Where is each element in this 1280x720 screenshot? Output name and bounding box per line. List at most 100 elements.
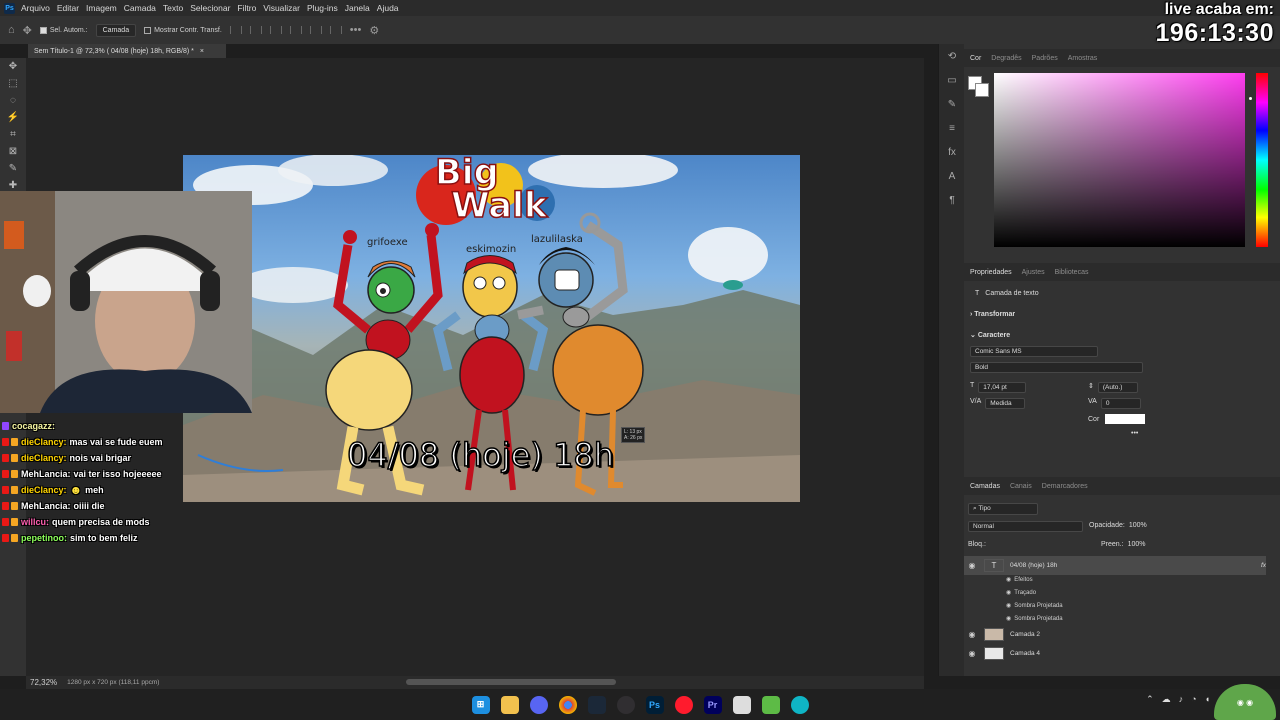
eye-icon[interactable]: ◉: [1006, 576, 1011, 583]
transform-section[interactable]: › Transformar: [970, 311, 1015, 318]
move-tool-icon[interactable]: ✥: [23, 24, 32, 37]
align-middle-icon[interactable]: [309, 26, 322, 34]
capcut-icon[interactable]: [732, 695, 751, 714]
layer-filter-select[interactable]: ⌕ Tipo: [968, 503, 1038, 515]
menu-imagem[interactable]: Imagem: [86, 3, 117, 13]
chrome-icon[interactable]: [558, 695, 577, 714]
hue-slider[interactable]: [1256, 73, 1268, 247]
close-tab-icon[interactable]: ×: [200, 48, 204, 55]
tab-degrades[interactable]: Degradês: [991, 55, 1021, 62]
menu-filtro[interactable]: Filtro: [237, 3, 256, 13]
layer-row[interactable]: ◉ Camada 4: [964, 644, 1266, 663]
tab-padroes[interactable]: Padrões: [1032, 55, 1058, 62]
eye-icon[interactable]: ◉: [1006, 602, 1011, 609]
zoom-level[interactable]: 72,32%: [30, 678, 57, 687]
eye-icon[interactable]: ◉: [1006, 615, 1011, 622]
opacity-field[interactable]: 100%: [1129, 522, 1147, 529]
obs-icon[interactable]: [616, 695, 635, 714]
history-icon[interactable]: ⟲: [939, 44, 965, 68]
horizontal-scrollbar[interactable]: [406, 679, 616, 685]
font-size-field[interactable]: 17,04 pt: [978, 382, 1027, 393]
gear-icon[interactable]: ⚙: [369, 24, 379, 37]
marquee-tool-icon[interactable]: ⬚: [0, 75, 26, 92]
align-right-icon[interactable]: [269, 26, 282, 34]
cloud-icon[interactable]: ☁: [1162, 694, 1171, 705]
visibility-eye-icon[interactable]: ◉: [964, 649, 980, 658]
menu-texto[interactable]: Texto: [163, 3, 183, 13]
text-color-swatch[interactable]: [1105, 414, 1146, 424]
premiere-icon[interactable]: Pr: [703, 695, 722, 714]
opera-icon[interactable]: [674, 695, 693, 714]
styles-icon[interactable]: fx: [939, 140, 965, 164]
character-icon[interactable]: A: [939, 164, 965, 188]
chevron-up-icon[interactable]: ⌃: [1146, 694, 1154, 705]
magic-wand-icon[interactable]: ⚡: [0, 109, 26, 126]
align-top-icon[interactable]: [289, 26, 302, 34]
more-options-icon[interactable]: •••: [350, 24, 362, 36]
tab-cor[interactable]: Cor: [970, 55, 981, 62]
color-picker-field[interactable]: [994, 73, 1245, 247]
tab-canais[interactable]: Canais: [1010, 483, 1032, 490]
layer-effects-icon[interactable]: fx: [1261, 562, 1266, 569]
layer-row[interactable]: ◉ Camada 2: [964, 625, 1266, 644]
frame-tool-icon[interactable]: ⊠: [0, 143, 26, 160]
foreground-background-swatch[interactable]: [968, 76, 990, 98]
menu-ajuda[interactable]: Ajuda: [377, 3, 399, 13]
document-tab[interactable]: Sem Título-1 @ 72,3% ( 04/08 (hoje) 18h,…: [28, 44, 226, 58]
date-title-text[interactable]: 04/08 (hoje) 18h: [346, 435, 614, 475]
photoshop-icon[interactable]: Ps: [645, 695, 664, 714]
visibility-eye-icon[interactable]: ◉: [964, 561, 980, 570]
color-picker-cursor[interactable]: [1248, 96, 1253, 101]
minecraft-icon[interactable]: [761, 695, 780, 714]
windows-start-icon[interactable]: ⊞: [471, 695, 490, 714]
fill-field[interactable]: 100%: [1128, 541, 1146, 548]
eyedropper-icon[interactable]: ✎: [0, 160, 26, 177]
crop-tool-icon[interactable]: ⌗: [0, 126, 26, 143]
tab-camadas[interactable]: Camadas: [970, 483, 1000, 490]
tracking-field[interactable]: 0: [1100, 398, 1141, 409]
tab-demarcadores[interactable]: Demarcadores: [1042, 483, 1088, 490]
menu-janela[interactable]: Janela: [345, 3, 370, 13]
visibility-eye-icon[interactable]: ◉: [964, 630, 980, 639]
wifi-icon[interactable]: ◔: [1191, 694, 1196, 705]
kerning-field[interactable]: Medida: [985, 398, 1026, 409]
menu-editar[interactable]: Editar: [57, 3, 79, 13]
leading-field[interactable]: (Auto.): [1097, 382, 1138, 393]
more-options-icon[interactable]: •••: [1131, 430, 1138, 437]
font-style-select[interactable]: Bold: [970, 362, 1143, 373]
menu-plugins[interactable]: Plug-ins: [307, 3, 338, 13]
brush-icon[interactable]: ✎: [939, 92, 965, 116]
move-tool-icon[interactable]: ✥: [0, 58, 26, 75]
steam-icon[interactable]: [587, 695, 606, 714]
home-icon[interactable]: ⌂: [8, 24, 15, 36]
show-transform-checkbox[interactable]: Mostrar Contr. Transf.: [144, 26, 222, 34]
menu-camada[interactable]: Camada: [124, 3, 156, 13]
lasso-tool-icon[interactable]: ◌: [0, 92, 26, 109]
mic-icon[interactable]: ♪: [1179, 694, 1184, 705]
tab-propriedades[interactable]: Propriedades: [970, 269, 1012, 276]
tab-bibliotecas[interactable]: Bibliotecas: [1055, 269, 1089, 276]
tab-amostras[interactable]: Amostras: [1068, 55, 1098, 62]
background-color[interactable]: [975, 83, 989, 97]
font-family-select[interactable]: Comic Sans MS: [970, 346, 1098, 357]
eye-icon[interactable]: ◉: [1006, 589, 1011, 596]
volume-icon[interactable]: ◖: [1205, 694, 1210, 705]
paragraph-icon[interactable]: ¶: [939, 188, 965, 212]
auto-select-checkbox[interactable]: Sel. Autom.:: [39, 26, 88, 34]
auto-select-dropdown[interactable]: Camada: [95, 23, 137, 37]
edge-icon[interactable]: [790, 695, 809, 714]
layer-row-text[interactable]: ◉ T 04/08 (hoje) 18h fx: [964, 556, 1266, 575]
discord-icon[interactable]: [529, 695, 548, 714]
align-center-icon[interactable]: [249, 26, 262, 34]
adjustments-icon[interactable]: ≡: [939, 116, 965, 140]
align-bottom-icon[interactable]: [329, 26, 342, 34]
file-explorer-icon[interactable]: [500, 695, 519, 714]
menu-arquivo[interactable]: Arquivo: [21, 3, 50, 13]
menu-visualizar[interactable]: Visualizar: [263, 3, 300, 13]
blend-mode-select[interactable]: Normal: [968, 521, 1083, 532]
menu-selecionar[interactable]: Selecionar: [190, 3, 230, 13]
tab-ajustes[interactable]: Ajustes: [1022, 269, 1045, 276]
comments-icon[interactable]: ▭: [939, 68, 965, 92]
align-left-icon[interactable]: [229, 26, 242, 34]
character-section[interactable]: ⌄ Caractere: [970, 331, 1010, 339]
